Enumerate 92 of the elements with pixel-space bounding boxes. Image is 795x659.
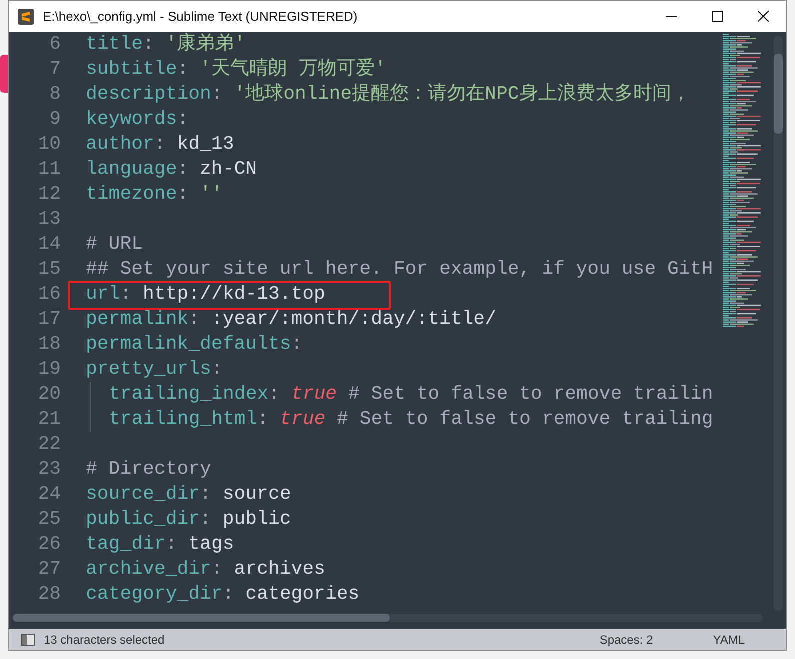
line-number: 9	[48, 107, 61, 132]
comment: # Set to false to remove trailing	[336, 407, 714, 432]
app-icon	[18, 8, 34, 24]
yaml-key: permalink_defaults	[86, 332, 292, 357]
boolean-value: true	[280, 407, 326, 432]
colon: :	[188, 307, 202, 332]
scrollbar-thumb[interactable]	[13, 614, 390, 622]
colon: :	[222, 582, 236, 607]
yaml-value: tags	[188, 532, 234, 557]
colon: :	[177, 182, 190, 207]
selection-status: 13 characters selected	[44, 632, 165, 648]
indentation-status[interactable]: Spaces: 2	[600, 630, 654, 648]
yaml-value: kd_13	[177, 132, 234, 157]
colon: :	[257, 407, 270, 432]
colon: :	[154, 132, 167, 157]
line-number: 19	[37, 357, 61, 382]
line-number: 23	[37, 457, 61, 482]
line-number: 26	[37, 532, 61, 557]
string-value: '天气晴朗 万物可爱'	[200, 57, 386, 82]
yaml-key: timezone	[86, 182, 178, 207]
yaml-key: source_dir	[86, 482, 200, 507]
maximize-icon	[712, 11, 722, 22]
comment: # Set to false to remove trailin	[347, 382, 714, 407]
window-title: E:\hexo\_config.yml - Sublime Text (UNREGISTERED)	[43, 8, 358, 26]
comment: # URL	[86, 232, 144, 257]
line-number: 18	[37, 332, 61, 357]
line-number: 8	[48, 82, 61, 107]
line-number: 10	[37, 132, 61, 157]
yaml-key: keywords	[86, 107, 178, 132]
colon: :	[211, 82, 224, 107]
string-value: ''	[200, 182, 223, 207]
yaml-key: pretty_urls	[86, 357, 212, 382]
line-number: 16	[37, 282, 61, 307]
comment: ## Set your site url here. For example, if you use GitH	[86, 257, 714, 282]
yaml-key: category_dir	[86, 582, 223, 607]
close-icon	[758, 11, 768, 22]
string-value: '地球online提醒您：请勿在NPC身上浪费太多时间，	[234, 82, 690, 107]
yaml-key: subtitle	[86, 57, 178, 82]
yaml-value: :year/:month/:day/:title/	[211, 307, 496, 332]
line-number: 7	[48, 57, 61, 82]
colon: :	[166, 532, 178, 557]
yaml-key: trailing_html	[109, 407, 258, 432]
yaml-value: categories	[246, 582, 360, 607]
line-number: 27	[37, 557, 61, 582]
line-number: 13	[37, 207, 61, 232]
yaml-key: public_dir	[86, 507, 200, 532]
yaml-value: source	[222, 482, 292, 507]
colon: :	[211, 557, 224, 582]
yaml-value: http://kd-13.top	[143, 282, 326, 307]
line-number: 15	[37, 257, 61, 282]
colon: :	[291, 332, 303, 357]
line-number: 28	[37, 582, 61, 607]
yaml-key: language	[86, 157, 178, 182]
yaml-key: author	[86, 132, 154, 157]
line-number: 11	[37, 157, 61, 182]
horizontal-scrollbar[interactable]	[13, 614, 763, 622]
boolean-value: true	[291, 382, 338, 407]
syntax-status[interactable]: YAML	[713, 630, 745, 648]
yaml-key: archive_dir	[86, 557, 212, 582]
yaml-key: tag_dir	[86, 532, 166, 557]
colon: :	[268, 382, 282, 407]
yaml-value: archives	[234, 557, 326, 582]
colon: :	[177, 157, 190, 182]
line-number: 14	[37, 232, 61, 257]
line-number: 20	[37, 382, 61, 407]
comment: # Directory	[86, 457, 212, 482]
yaml-key: description	[86, 82, 212, 107]
colon: :	[200, 507, 212, 532]
vertical-scrollbar[interactable]	[774, 36, 783, 611]
line-number: 22	[37, 432, 61, 457]
sidebar-toggle-icon[interactable]	[21, 634, 35, 646]
colon: :	[177, 107, 189, 132]
line-number: 24	[37, 482, 61, 507]
yaml-key: title	[86, 32, 144, 57]
minimize-icon	[666, 16, 676, 17]
line-number: 21	[37, 407, 61, 432]
yaml-value: public	[222, 507, 292, 532]
line-number: 6	[48, 32, 61, 57]
string-value: '康弟弟'	[166, 32, 246, 57]
scrollbar-thumb[interactable]	[774, 54, 783, 134]
yaml-value: zh-CN	[200, 157, 258, 182]
yaml-key: trailing_index	[109, 382, 269, 407]
colon: :	[211, 357, 223, 382]
yaml-key: permalink	[86, 307, 189, 332]
colon: :	[200, 482, 212, 507]
yaml-key: url	[86, 282, 120, 307]
colon: :	[177, 57, 190, 82]
colon: :	[120, 282, 133, 307]
line-number: 12	[37, 182, 61, 207]
colon: :	[143, 32, 156, 57]
line-number: 25	[37, 507, 61, 532]
line-number: 17	[37, 307, 61, 332]
